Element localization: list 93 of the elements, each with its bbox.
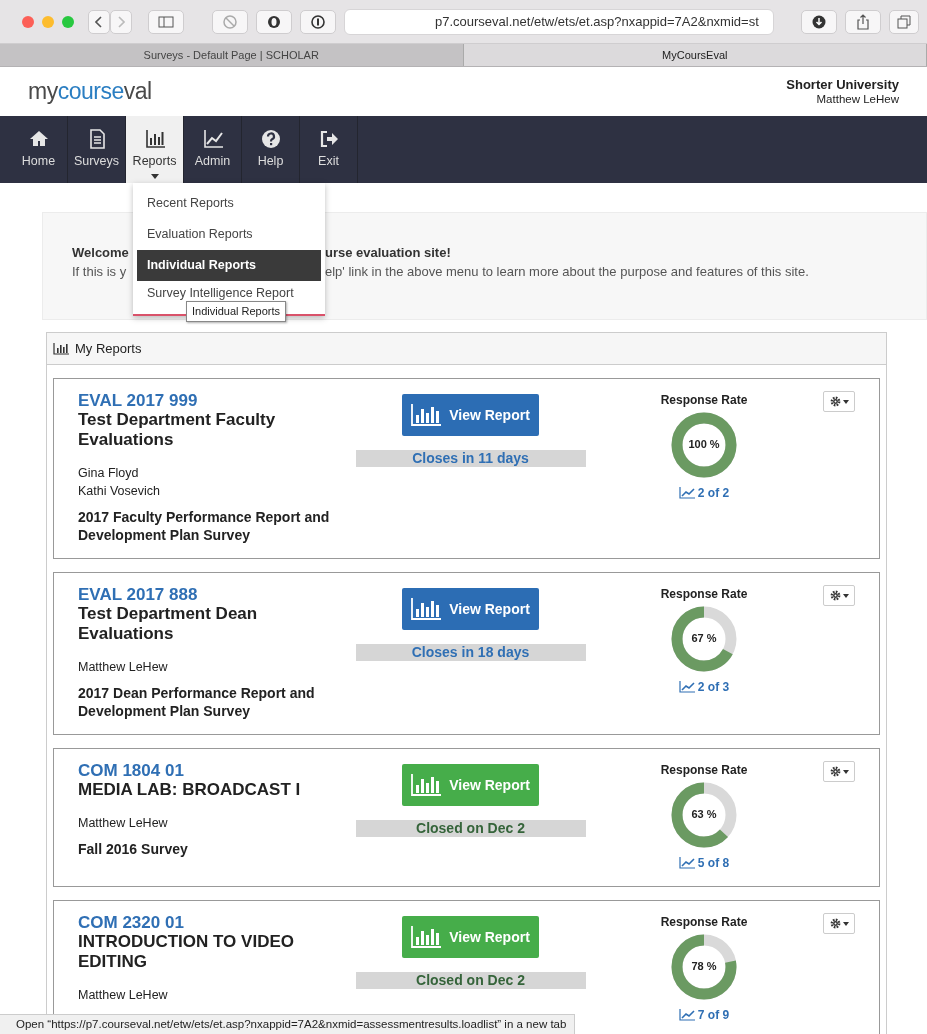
donut-chart — [671, 934, 737, 1000]
response-rate-label: Response Rate — [660, 392, 748, 409]
nav-tab[interactable]: Reports — [126, 116, 184, 183]
deadline-label: Closes in 11 days — [355, 450, 586, 467]
nav-tab[interactable]: Home — [10, 116, 68, 183]
url-text: p7.courseval.net/etw/ets/et.asp?nxappid=7A2&nxmid=st — [435, 12, 759, 31]
exit-icon — [318, 129, 339, 149]
block-icon[interactable] — [212, 9, 248, 34]
person-name: Matthew LeHew — [78, 815, 169, 832]
settings-icon — [829, 918, 841, 929]
response-count-link[interactable]: 7 of 9 — [678, 1006, 730, 1024]
welcome-text: urse evaluation site! — [325, 244, 451, 262]
bar-chart-icon — [144, 129, 165, 149]
logo: mycourseval — [28, 77, 152, 107]
response-count-link[interactable]: 2 of 3 — [678, 678, 730, 696]
settings-button[interactable] — [823, 913, 855, 934]
view-report-button[interactable]: View Report — [402, 588, 539, 630]
deadline-label: Closes in 18 days — [355, 644, 586, 661]
shield-icon[interactable] — [256, 9, 292, 34]
deadline-label: Closed on Dec 2 — [355, 972, 586, 989]
donut-chart — [671, 606, 737, 672]
status-bar: Open “https://p7.courseval.net/etw/ets/et.asp?nxappid=7A2&nxmid=assessmentresults.loadlist” in a new tab — [0, 1014, 576, 1034]
bar-chart-icon — [411, 774, 442, 796]
response-rate-label: Response Rate — [660, 586, 748, 603]
course-code[interactable]: COM 1804 01 — [78, 761, 348, 780]
percent-label: 67 % — [690, 631, 718, 646]
percent-label: 100 % — [687, 437, 721, 452]
user-name: Matthew LeHew — [815, 92, 899, 106]
line-chart-icon — [678, 681, 695, 693]
line-chart-icon — [202, 129, 223, 149]
response-count-link[interactable]: 5 of 8 — [678, 854, 730, 872]
organization-name: Shorter University — [786, 77, 899, 92]
panel-title: My Reports — [75, 339, 142, 358]
close-window-button[interactable] — [22, 15, 34, 28]
welcome-text: Welcome — [72, 244, 129, 262]
help-icon — [260, 129, 281, 149]
response-rate-label: Response Rate — [660, 762, 748, 779]
person-name: Matthew LeHew — [78, 987, 169, 1004]
bar-chart-icon — [53, 342, 69, 355]
chevron-right-icon — [117, 15, 125, 28]
address-field[interactable]: p7.courseval.net/etw/ets/et.asp?nxappid=7A2&nxmid=st — [344, 8, 774, 35]
course-code[interactable]: EVAL 2017 888 — [78, 585, 348, 604]
response-rate-label: Response Rate — [660, 914, 748, 931]
share-icon[interactable] — [845, 9, 881, 34]
tooltip: Individual Reports — [186, 301, 287, 322]
course-code[interactable]: EVAL 2017 999 — [78, 391, 348, 410]
welcome-text: elp' link in the above menu to learn more about the purpose and features of this site. — [325, 263, 809, 281]
report-title: INTRODUCTION TO VIDEO EDITING — [78, 932, 295, 972]
bar-chart-icon — [411, 404, 442, 426]
zoom-window-button[interactable] — [62, 15, 74, 28]
line-chart-icon — [678, 857, 695, 869]
survey-name: 2017 Dean Performance Report and Development Plan Survey — [78, 684, 316, 720]
settings-button[interactable] — [823, 391, 855, 412]
sidebar-button[interactable] — [148, 9, 184, 34]
caret-icon — [150, 173, 159, 179]
percent-label: 78 % — [690, 959, 718, 974]
donut-chart — [671, 412, 737, 478]
back-button[interactable] — [88, 9, 110, 34]
house-icon — [28, 129, 49, 149]
info-icon[interactable] — [300, 9, 336, 34]
chevron-left-icon — [95, 15, 103, 28]
donut-chart — [671, 782, 737, 848]
settings-icon — [829, 396, 841, 407]
sidebar-icon — [158, 15, 174, 28]
report-title: Test Department Dean Evaluations — [78, 604, 259, 644]
download-icon[interactable] — [801, 9, 837, 34]
browser-tab[interactable]: Surveys - Default Page | SCHOLAR — [0, 44, 464, 66]
menu-item[interactable]: Individual Reports — [137, 250, 321, 281]
menu-item[interactable]: Evaluation Reports — [137, 219, 321, 250]
settings-button[interactable] — [823, 585, 855, 606]
bar-chart-icon — [411, 926, 442, 948]
browser-tab[interactable]: MyCoursEval — [463, 44, 927, 66]
report-title: MEDIA LAB: BROADCAST I — [78, 780, 302, 800]
settings-icon — [829, 766, 841, 777]
view-report-button[interactable]: View Report — [402, 394, 539, 436]
survey-name: Fall 2016 Survey — [78, 840, 189, 858]
settings-icon — [829, 590, 841, 601]
menu-item[interactable]: Recent Reports — [137, 188, 321, 219]
welcome-text: If this is y — [72, 263, 127, 281]
course-code[interactable]: COM 2320 01 — [78, 913, 348, 932]
person-name: Gina Floyd — [78, 465, 140, 482]
person-name: Matthew LeHew — [78, 659, 169, 676]
person-name: Kathi Vosevich — [78, 483, 161, 500]
percent-label: 63 % — [690, 807, 718, 822]
settings-button[interactable] — [823, 761, 855, 782]
response-count-link[interactable]: 2 of 2 — [678, 484, 730, 502]
line-chart-icon — [678, 487, 695, 499]
line-chart-icon — [678, 1009, 695, 1021]
survey-name: 2017 Faculty Performance Report and Development Plan Survey — [78, 508, 331, 544]
report-title: Test Department Faculty Evaluations — [78, 410, 277, 450]
deadline-label: Closed on Dec 2 — [355, 820, 586, 837]
tabs-icon[interactable] — [889, 9, 919, 34]
bar-chart-icon — [411, 598, 442, 620]
